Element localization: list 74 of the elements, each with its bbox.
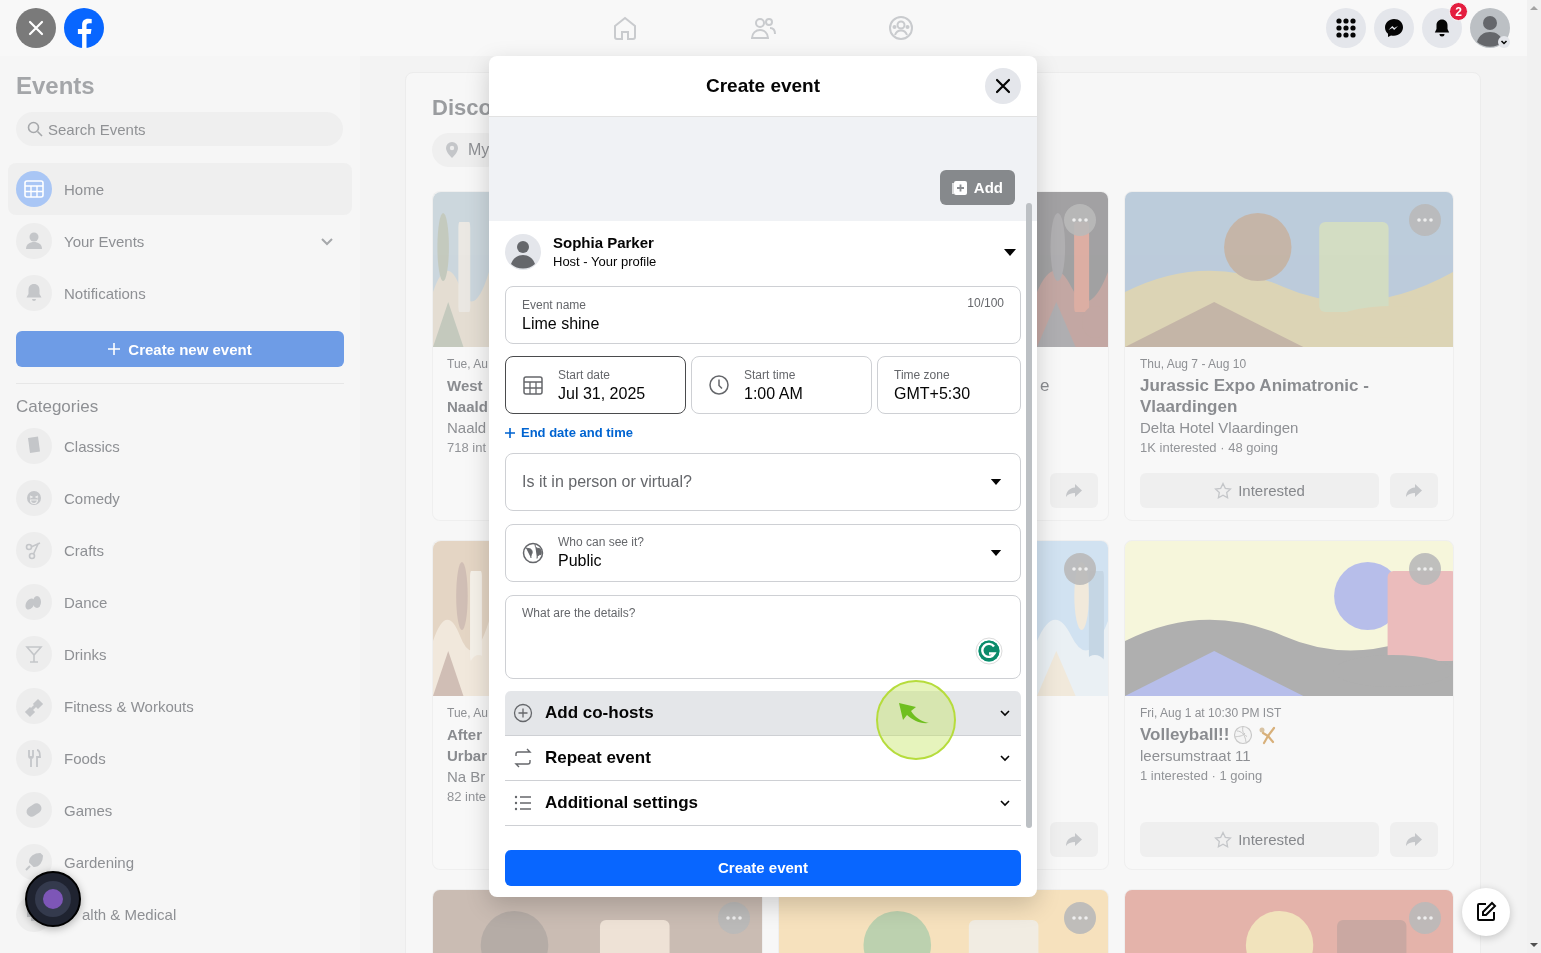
category-item[interactable]: Fitness & Workouts bbox=[8, 680, 352, 732]
page-title: Events bbox=[16, 71, 96, 101]
event-title[interactable]: e bbox=[1040, 375, 1050, 396]
collapsible-section[interactable]: Repeat event bbox=[505, 735, 1021, 781]
event-title[interactable]: Jurassic Expo Animatronic - bbox=[1140, 375, 1369, 396]
category-item[interactable]: Foods bbox=[8, 732, 352, 784]
event-location: leersumstraat 11 bbox=[1140, 746, 1251, 766]
field-label: Start date bbox=[558, 366, 612, 383]
host-name: Sophia Parker bbox=[553, 233, 655, 253]
event-card[interactable]: Tue, Au After Urbar Na Br 82 inte bbox=[432, 540, 489, 870]
field-label: Event name bbox=[522, 296, 588, 313]
interested-button[interactable]: Interested bbox=[1140, 473, 1379, 508]
event-stats: 1 interested · 1 going bbox=[1140, 767, 1263, 785]
add-photo-button[interactable]: Add bbox=[939, 170, 1015, 205]
field-label: Start time bbox=[744, 366, 797, 383]
placeholder-text: What are the details? bbox=[522, 605, 636, 620]
location-type-dropdown[interactable]: Is it in person or virtual? bbox=[505, 452, 1021, 511]
character-counter: 10/100 bbox=[967, 296, 1004, 312]
event-title[interactable]: Urbar bbox=[447, 745, 487, 766]
interested-button[interactable]: Interested bbox=[1140, 822, 1379, 857]
event-title[interactable]: Naald bbox=[447, 396, 488, 417]
event-date: Tue, Au bbox=[447, 357, 488, 371]
details-field[interactable]: What are the details? bbox=[505, 594, 1021, 679]
collapsible-section[interactable]: Additional settings bbox=[505, 780, 1021, 826]
date-time-field[interactable]: Start date Jul 31, 2025 bbox=[505, 356, 686, 414]
section-heading: Categories bbox=[16, 396, 100, 418]
sidebar-item[interactable]: Notifications bbox=[8, 267, 352, 319]
sidebar-item[interactable]: Your Events bbox=[8, 215, 352, 267]
event-card[interactable]: Tue, Au West Naald Naald 718 int bbox=[432, 191, 489, 521]
date-time-field[interactable]: Time zone GMT+5:30 bbox=[877, 356, 1021, 414]
privacy-dropdown[interactable]: Who can see it? Public bbox=[505, 523, 1021, 582]
section-heading: Disco bbox=[432, 94, 493, 122]
field-value: GMT+5:30 bbox=[894, 383, 972, 404]
event-card[interactable]: e bbox=[1037, 191, 1109, 521]
event-date: Tue, Au bbox=[447, 706, 488, 720]
field-value: 1:00 AM bbox=[744, 383, 804, 404]
event-card[interactable]: Fri, Aug 1 at 10:30 PM IST Volleyball!! leersumstraat 11 1 interested · 1 going Interested bbox=[1124, 540, 1454, 870]
create-event-button[interactable]: Create event bbox=[505, 849, 1021, 886]
host-selector[interactable]: Sophia Parker Host - Your profile bbox=[505, 232, 1021, 272]
field-value: Public bbox=[558, 551, 603, 571]
field-label: Who can see it? bbox=[558, 534, 646, 550]
notification-badge: 2 bbox=[1449, 2, 1468, 21]
event-location: Na Br bbox=[447, 767, 486, 787]
category-item[interactable]: Dance bbox=[8, 576, 352, 628]
event-name-field[interactable]: Event name Lime shine 10/100 bbox=[505, 286, 1021, 344]
date-time-field[interactable]: Start time 1:00 AM bbox=[691, 356, 872, 414]
event-title[interactable]: Volleyball!! bbox=[1140, 724, 1230, 745]
dialog-title: Create event bbox=[705, 75, 821, 97]
event-date: Fri, Aug 1 at 10:30 PM IST bbox=[1140, 706, 1282, 720]
category-item[interactable]: Gardening bbox=[8, 836, 352, 888]
end-date-link[interactable]: End date and time bbox=[505, 425, 633, 440]
event-stats: 82 inte bbox=[447, 788, 487, 806]
event-stats: 718 int bbox=[447, 439, 487, 457]
field-value: Lime shine bbox=[522, 313, 601, 334]
category-item[interactable]: Crafts bbox=[8, 524, 352, 576]
sidebar-item[interactable]: Home bbox=[8, 163, 352, 215]
event-stats: 1K interested · 48 going bbox=[1140, 439, 1279, 457]
event-title[interactable]: After bbox=[447, 724, 482, 745]
event-card[interactable]: Thu, Aug 7 - Aug 10 Jurassic Expo Animatronic - Vlaardingen Delta Hotel Vlaardingen 1K interested · 48 going Interested bbox=[1124, 191, 1454, 521]
category-item[interactable]: Comedy bbox=[8, 472, 352, 524]
event-location: Delta Hotel Vlaardingen bbox=[1140, 418, 1299, 438]
category-item[interactable]: Games bbox=[8, 784, 352, 836]
field-value: Jul 31, 2025 bbox=[558, 383, 647, 404]
host-role: Host - Your profile bbox=[553, 253, 658, 271]
field-label: Time zone bbox=[894, 366, 951, 383]
search-field[interactable]: Search Events bbox=[16, 112, 343, 146]
event-date: Thu, Aug 7 - Aug 10 bbox=[1140, 357, 1247, 371]
event-title[interactable]: West bbox=[447, 375, 483, 396]
event-location: Naald bbox=[447, 418, 487, 438]
create-event-button[interactable]: Create new event bbox=[16, 331, 344, 367]
event-title[interactable]: Vlaardingen bbox=[1140, 396, 1238, 417]
collapsible-section[interactable]: Add co-hosts bbox=[505, 690, 1021, 736]
category-item[interactable]: Classics bbox=[8, 420, 352, 472]
category-item[interactable]: Drinks bbox=[8, 628, 352, 680]
